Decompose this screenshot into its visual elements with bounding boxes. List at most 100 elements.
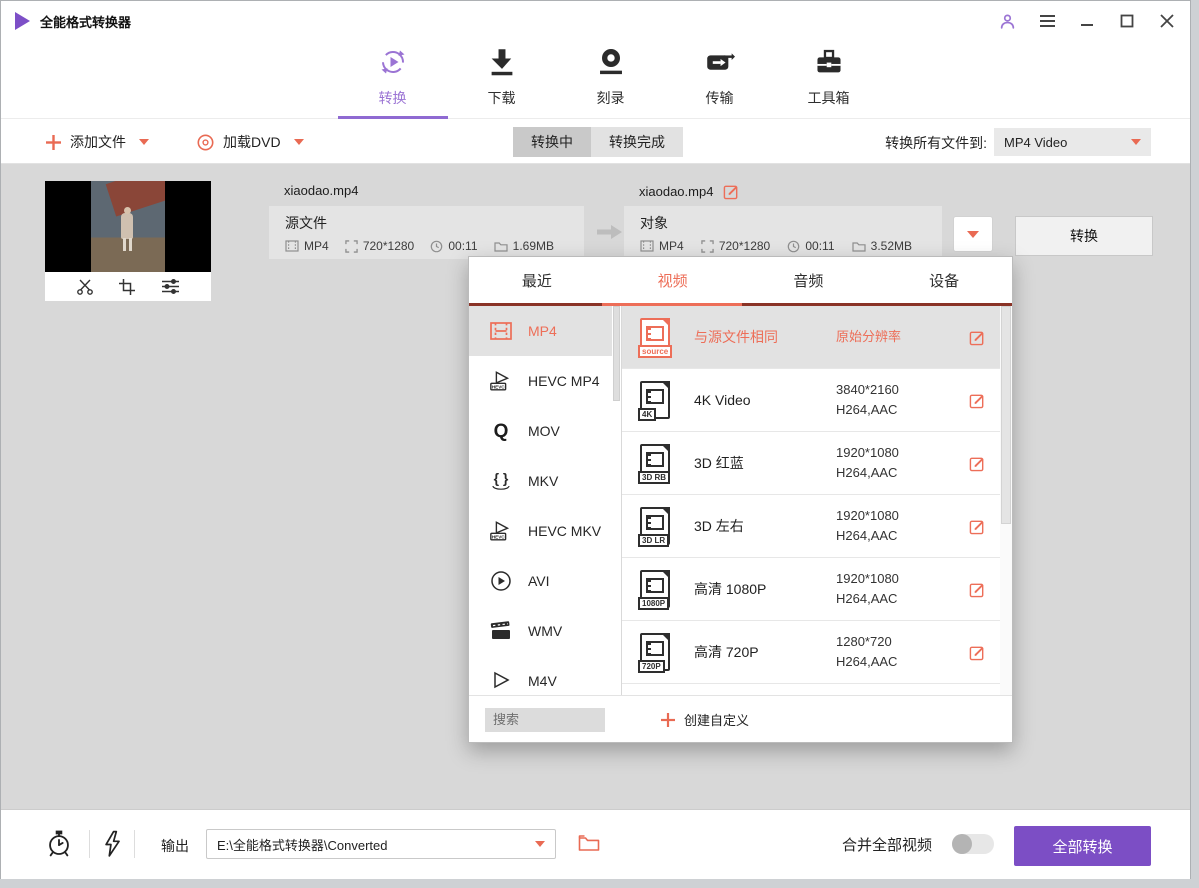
main-nav: 转换 下载 刻录 传输 xyxy=(1,41,1190,119)
nav-tab-transfer[interactable]: 传输 xyxy=(665,47,774,108)
popup-tab-audio[interactable]: 音频 xyxy=(741,257,877,303)
tab-converted[interactable]: 转换完成 xyxy=(591,127,683,157)
source-size: 1.69MB xyxy=(494,239,554,253)
output-format-value: MP4 Video xyxy=(1004,135,1067,150)
open-folder-icon[interactable] xyxy=(578,834,600,852)
edit-preset-icon[interactable] xyxy=(969,329,986,346)
1080p-preset-icon: 1080P xyxy=(640,570,670,608)
preset-detail: 原始分辨率 xyxy=(836,327,969,347)
folder-icon xyxy=(494,240,508,252)
high-speed-icon[interactable] xyxy=(100,830,124,858)
convert-all-to-label: 转换所有文件到: xyxy=(885,133,987,153)
popup-tab-device[interactable]: 设备 xyxy=(876,257,1012,303)
m4v-icon xyxy=(489,670,513,692)
burn-icon xyxy=(596,47,626,82)
minimize-icon[interactable] xyxy=(1078,12,1096,30)
merge-toggle[interactable] xyxy=(952,834,994,854)
search-input[interactable] xyxy=(485,708,605,732)
preset-4k[interactable]: 4K 4K Video 3840*2160H264,AAC xyxy=(622,369,1000,432)
format-label: HEVC MKV xyxy=(528,523,601,539)
format-item-mkv[interactable]: { } MKV xyxy=(469,456,621,506)
svg-text:{ }: { } xyxy=(494,470,509,486)
nav-tab-convert[interactable]: 转换 xyxy=(338,47,447,108)
target-file-name-row: xiaodao.mp4 xyxy=(639,183,740,200)
nav-label: 转换 xyxy=(379,88,407,108)
convert-button[interactable]: 转换 xyxy=(1015,216,1153,256)
thumbnail-image xyxy=(91,181,165,272)
nav-tab-toolbox[interactable]: 工具箱 xyxy=(774,47,883,108)
target-format: MP4 xyxy=(640,239,684,253)
target-file-name: xiaodao.mp4 xyxy=(639,184,713,199)
chevron-down-icon xyxy=(535,841,545,847)
edit-preset-icon[interactable] xyxy=(969,581,986,598)
format-label: HEVC MP4 xyxy=(528,373,600,389)
mp4-icon xyxy=(489,320,513,342)
preset-detail: 3840*2160H264,AAC xyxy=(836,380,969,420)
target-title: 对象 xyxy=(640,213,926,233)
video-thumbnail[interactable] xyxy=(45,181,211,301)
preset-3d-rb[interactable]: 3D RB 3D 红蓝 1920*1080H264,AAC xyxy=(622,432,1000,495)
source-duration: 00:11 xyxy=(430,239,477,253)
trim-icon[interactable] xyxy=(77,278,93,295)
preset-1080p[interactable]: 1080P 高清 1080P 1920*1080H264,AAC xyxy=(622,558,1000,621)
format-item-hevc-mkv[interactable]: HEVC HEVC MKV xyxy=(469,506,621,556)
target-format-dropdown-button[interactable] xyxy=(953,216,993,252)
convert-all-button[interactable]: 全部转换 xyxy=(1014,826,1151,866)
edit-preset-icon[interactable] xyxy=(969,455,986,472)
720p-preset-icon: 720P xyxy=(640,633,670,671)
format-item-mov[interactable]: Q MOV xyxy=(469,406,621,456)
popup-footer: 创建自定义 xyxy=(469,695,1012,743)
preset-3d-lr[interactable]: 3D LR 3D 左右 1920*1080H264,AAC xyxy=(622,495,1000,558)
bottom-bar: 输出 E:\全能格式转换器\Converted 合并全部视频 全部转换 xyxy=(1,809,1190,879)
create-custom-button[interactable]: 创建自定义 xyxy=(661,710,749,729)
crop-icon[interactable] xyxy=(119,279,135,295)
format-item-hevc-mp4[interactable]: HEVC HEVC MP4 xyxy=(469,356,621,406)
account-icon[interactable] xyxy=(998,12,1016,30)
preset-720p[interactable]: 720P 高清 720P 1280*720H264,AAC xyxy=(622,621,1000,684)
preset-name: 高清 720P xyxy=(694,642,836,662)
edit-preset-icon[interactable] xyxy=(969,518,986,535)
folder-icon xyxy=(852,240,866,252)
film-icon xyxy=(285,240,299,252)
format-list-scrollbar[interactable] xyxy=(612,306,621,695)
preset-name: 3D 左右 xyxy=(694,516,836,536)
tab-converting[interactable]: 转换中 xyxy=(513,127,591,157)
format-item-wmv[interactable]: WMV xyxy=(469,606,621,656)
format-item-mp4[interactable]: MP4 xyxy=(469,306,621,356)
menu-icon[interactable] xyxy=(1038,12,1056,30)
edit-preset-icon[interactable] xyxy=(969,392,986,409)
resize-icon xyxy=(701,240,714,253)
output-format-dropdown[interactable]: MP4 Video xyxy=(994,128,1151,156)
chevron-down-icon xyxy=(967,231,979,238)
add-files-button[interactable]: 添加文件 xyxy=(46,120,149,164)
nav-label: 传输 xyxy=(706,88,734,108)
maximize-icon[interactable] xyxy=(1118,12,1136,30)
preset-name: 高清 1080P xyxy=(694,579,836,599)
popup-tab-video[interactable]: 视频 xyxy=(605,257,741,303)
schedule-icon[interactable] xyxy=(45,830,73,858)
effects-icon[interactable] xyxy=(161,279,180,294)
format-item-m4v[interactable]: M4V xyxy=(469,656,621,695)
popup-tab-recent[interactable]: 最近 xyxy=(469,257,605,303)
source-info-box: 源文件 MP4 720*1280 00:11 1.69MB xyxy=(269,206,584,259)
preset-same-as-source[interactable]: source 与源文件相同 原始分辨率 xyxy=(622,306,1000,369)
nav-tab-download[interactable]: 下载 xyxy=(447,47,556,108)
app-logo-icon xyxy=(15,12,30,30)
nav-label: 刻录 xyxy=(597,88,625,108)
edit-preset-icon[interactable] xyxy=(969,644,986,661)
format-label: M4V xyxy=(528,673,557,689)
app-window: 全能格式转换器 xyxy=(0,0,1191,879)
preset-list-scrollbar[interactable] xyxy=(1000,306,1012,695)
output-path-dropdown[interactable]: E:\全能格式转换器\Converted xyxy=(206,829,556,859)
preset-name: 3D 红蓝 xyxy=(694,453,836,473)
clock-icon xyxy=(430,240,443,253)
rename-icon[interactable] xyxy=(723,183,740,200)
load-dvd-button[interactable]: 加载DVD xyxy=(197,120,304,164)
preset-detail: 1920*1080H264,AAC xyxy=(836,506,969,546)
nav-tab-burn[interactable]: 刻录 xyxy=(556,47,665,108)
thumbnail-toolbar xyxy=(45,272,211,301)
close-icon[interactable] xyxy=(1158,12,1176,30)
format-item-avi[interactable]: AVI xyxy=(469,556,621,606)
source-to-target-arrow-icon xyxy=(597,222,623,247)
svg-text:HEVC: HEVC xyxy=(492,535,505,540)
